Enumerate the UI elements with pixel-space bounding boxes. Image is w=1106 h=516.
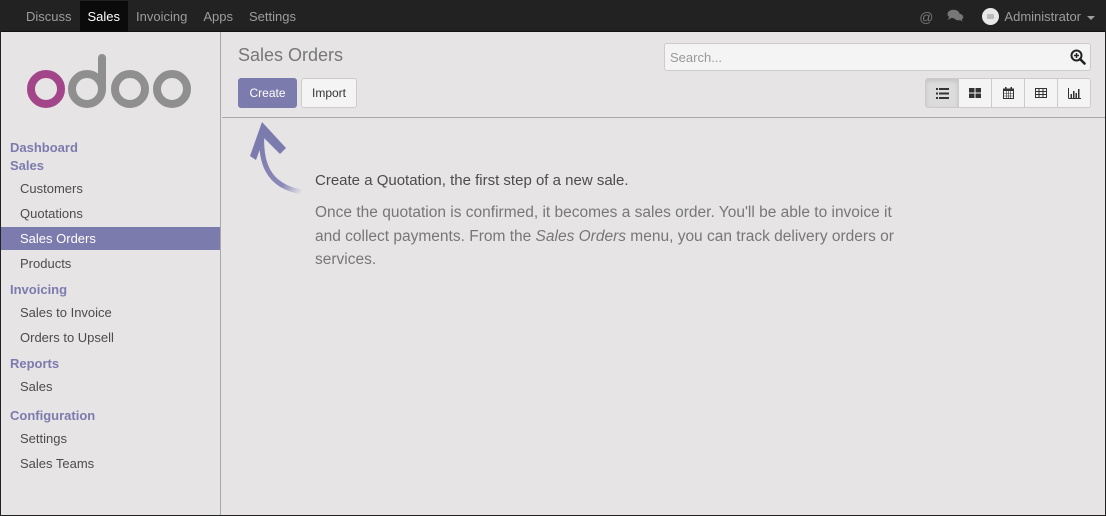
- view-switcher: [925, 78, 1091, 108]
- page-title: Sales Orders: [238, 45, 344, 65]
- odoo-logo: [27, 54, 191, 108]
- user-name: Administrator: [1004, 9, 1081, 24]
- sidebar: Dashboard Sales Customers Quotations Sal…: [1, 32, 221, 515]
- list-icon: [935, 87, 949, 99]
- sidebar-item-sales-teams[interactable]: Sales Teams: [1, 452, 220, 475]
- at-icon[interactable]: @: [919, 9, 933, 25]
- bar-chart-icon: [1067, 87, 1081, 99]
- sidebar-section-configuration[interactable]: Configuration: [1, 407, 220, 425]
- sidebar-item-customers[interactable]: Customers: [1, 177, 220, 200]
- top-menu-apps[interactable]: Apps: [195, 1, 241, 32]
- import-button[interactable]: Import: [301, 78, 357, 108]
- sidebar-section-invoicing[interactable]: Invoicing: [1, 281, 220, 299]
- sidebar-item-sales-to-invoice[interactable]: Sales to Invoice: [1, 301, 220, 324]
- user-menu[interactable]: Administrator: [982, 8, 1095, 25]
- help-title: Create a Quotation, the first step of a …: [315, 172, 629, 189]
- table-icon: [1035, 88, 1047, 98]
- calendar-icon: [1002, 87, 1014, 99]
- top-navbar: Discuss Sales Invoicing Apps Settings @ …: [1, 1, 1105, 32]
- top-menu-sales[interactable]: Sales: [79, 1, 129, 32]
- kanban-icon: [969, 88, 981, 98]
- search-icon[interactable]: [1070, 49, 1086, 65]
- top-menu-invoicing[interactable]: Invoicing: [128, 1, 195, 32]
- top-menu: Discuss Sales Invoicing Apps Settings: [18, 1, 304, 32]
- sidebar-item-orders-to-upsell[interactable]: Orders to Upsell: [1, 326, 220, 349]
- search-box: [664, 43, 1091, 71]
- chat-icon[interactable]: [947, 9, 964, 25]
- sidebar-item-products[interactable]: Products: [1, 252, 220, 275]
- app-window: Discuss Sales Invoicing Apps Settings @ …: [0, 0, 1106, 516]
- sidebar-item-dashboard[interactable]: Dashboard: [1, 139, 220, 157]
- help-text-emphasis: Sales Orders: [535, 227, 626, 245]
- caret-down-icon: [1087, 15, 1095, 20]
- sidebar-item-settings[interactable]: Settings: [1, 427, 220, 450]
- pivot-view-button[interactable]: [1024, 79, 1057, 107]
- main-content: Sales Orders Create Import Search... Cre…: [222, 32, 1105, 515]
- kanban-view-button[interactable]: [958, 79, 991, 107]
- sidebar-item-reports-sales[interactable]: Sales: [1, 375, 220, 398]
- avatar: [982, 8, 1000, 25]
- list-view-button[interactable]: [926, 79, 958, 107]
- create-button[interactable]: Create: [238, 78, 297, 108]
- top-menu-settings[interactable]: Settings: [241, 1, 304, 32]
- top-menu-discuss[interactable]: Discuss: [18, 1, 80, 32]
- empty-state-help: Create a Quotation, the first step of a …: [315, 172, 895, 272]
- systray: @ Administrator: [905, 1, 1095, 32]
- calendar-view-button[interactable]: [991, 79, 1024, 107]
- sidebar-item-quotations[interactable]: Quotations: [1, 202, 220, 225]
- arrow-icon: [250, 122, 303, 195]
- help-text: Once the quotation is confirmed, it beco…: [315, 201, 895, 272]
- sidebar-section-sales[interactable]: Sales: [1, 157, 220, 175]
- search-input[interactable]: [665, 44, 1055, 70]
- sidebar-item-sales-orders[interactable]: Sales Orders: [1, 227, 220, 250]
- control-panel: Sales Orders Create Import: [222, 32, 1105, 118]
- sidebar-menu: Dashboard Sales Customers Quotations Sal…: [1, 139, 220, 475]
- sidebar-section-reports[interactable]: Reports: [1, 355, 220, 373]
- graph-view-button[interactable]: [1057, 79, 1090, 107]
